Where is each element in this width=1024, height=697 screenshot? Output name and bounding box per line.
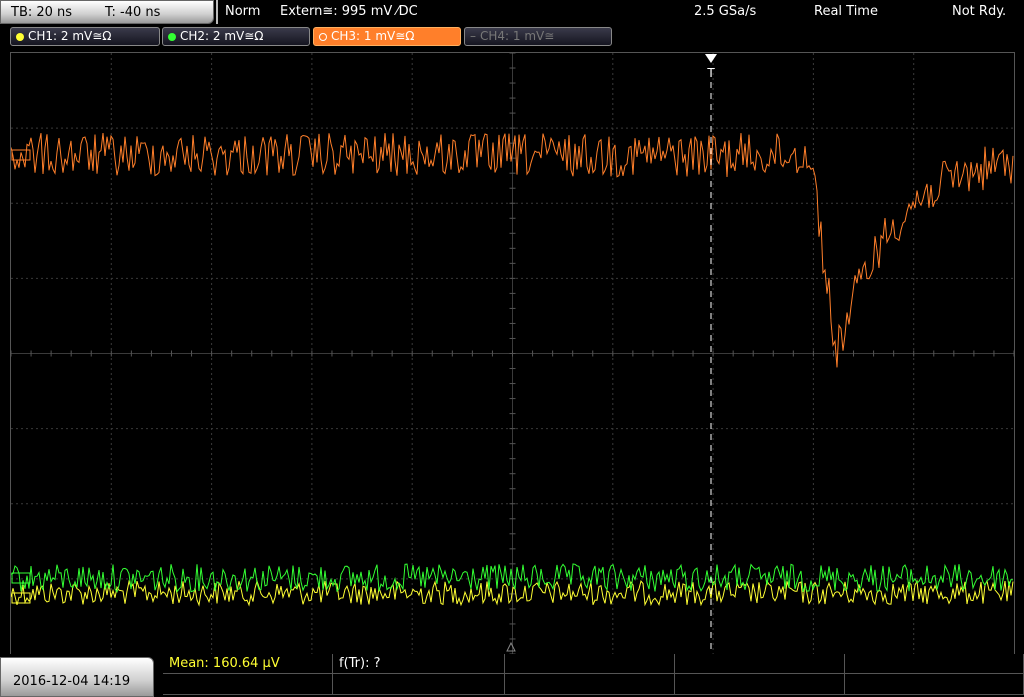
acquisition-status: Not Rdy. xyxy=(952,4,1007,19)
waveform-canvas[interactable]: T xyxy=(11,53,1014,654)
tab-ch3[interactable]: CH3: 1 mV≅Ω xyxy=(313,27,461,46)
acquisition-mode: Real Time xyxy=(814,4,878,19)
measurement-cell-empty-4[interactable] xyxy=(163,674,333,695)
top-status-bar: TB: 20 ns T: -40 ns Norm Extern≅: 995 mV… xyxy=(0,0,1024,24)
measurement-cell-empty-5[interactable] xyxy=(333,674,505,695)
tab-ch2-label: CH2: 2 mV≅Ω xyxy=(180,29,264,43)
trigger-mode[interactable]: Norm xyxy=(225,4,260,19)
measurement-freq: f(Tr): ? xyxy=(339,656,381,671)
ch4-dash-icon: – xyxy=(470,29,476,43)
measurement-cell-empty-1[interactable] xyxy=(505,654,675,674)
divider xyxy=(216,0,218,24)
channel-tabs: CH1: 2 mV≅Ω CH2: 2 mV≅Ω CH3: 1 mV≅Ω – CH4… xyxy=(0,25,1024,49)
measurement-cell-empty-8[interactable] xyxy=(845,674,1024,695)
timebase-box[interactable]: TB: 20 ns T: -40 ns xyxy=(0,0,214,24)
measurement-panel: Mean: 160.64 µV f(Tr): ? xyxy=(163,654,1024,695)
measurement-cell-empty-7[interactable] xyxy=(675,674,845,695)
trigger-marker-label: T xyxy=(706,66,715,80)
tab-ch2[interactable]: CH2: 2 mV≅Ω xyxy=(162,27,310,46)
measurement-cell-empty-3[interactable] xyxy=(845,654,1024,674)
position-marker-icon[interactable] xyxy=(506,641,516,652)
tab-ch1[interactable]: CH1: 2 mV≅Ω xyxy=(10,27,160,46)
ch1-dot-icon xyxy=(16,32,24,41)
ch2-dot-icon xyxy=(168,32,176,41)
waveform-display[interactable]: T xyxy=(10,52,1015,655)
trigger-source[interactable]: Extern≅: 995 mV ⁄DC xyxy=(280,4,418,19)
measurement-cell-empty-6[interactable] xyxy=(505,674,675,695)
tab-ch4[interactable]: – CH4: 1 mV≅ xyxy=(464,27,612,46)
datetime-box: 2016-12-04 14:19 xyxy=(0,657,154,697)
measurement-cell-freq[interactable]: f(Tr): ? xyxy=(333,654,505,674)
tab-ch3-label: CH3: 1 mV≅Ω xyxy=(331,29,415,43)
trigger-time-label: T: -40 ns xyxy=(105,5,161,20)
measurement-cell-empty-2[interactable] xyxy=(675,654,845,674)
datetime-label: 2016-12-04 14:19 xyxy=(13,674,131,689)
tab-ch1-label: CH1: 2 mV≅Ω xyxy=(28,29,112,43)
measurement-cell-mean[interactable]: Mean: 160.64 µV xyxy=(163,654,333,674)
tab-ch4-label: CH4: 1 mV≅ xyxy=(480,29,555,43)
measurement-mean: Mean: 160.64 µV xyxy=(169,656,280,671)
trigger-marker-icon[interactable] xyxy=(705,54,717,63)
sample-rate: 2.5 GSa/s xyxy=(694,4,757,19)
timebase-label: TB: 20 ns xyxy=(11,5,73,20)
ch3-dot-icon xyxy=(319,32,327,41)
